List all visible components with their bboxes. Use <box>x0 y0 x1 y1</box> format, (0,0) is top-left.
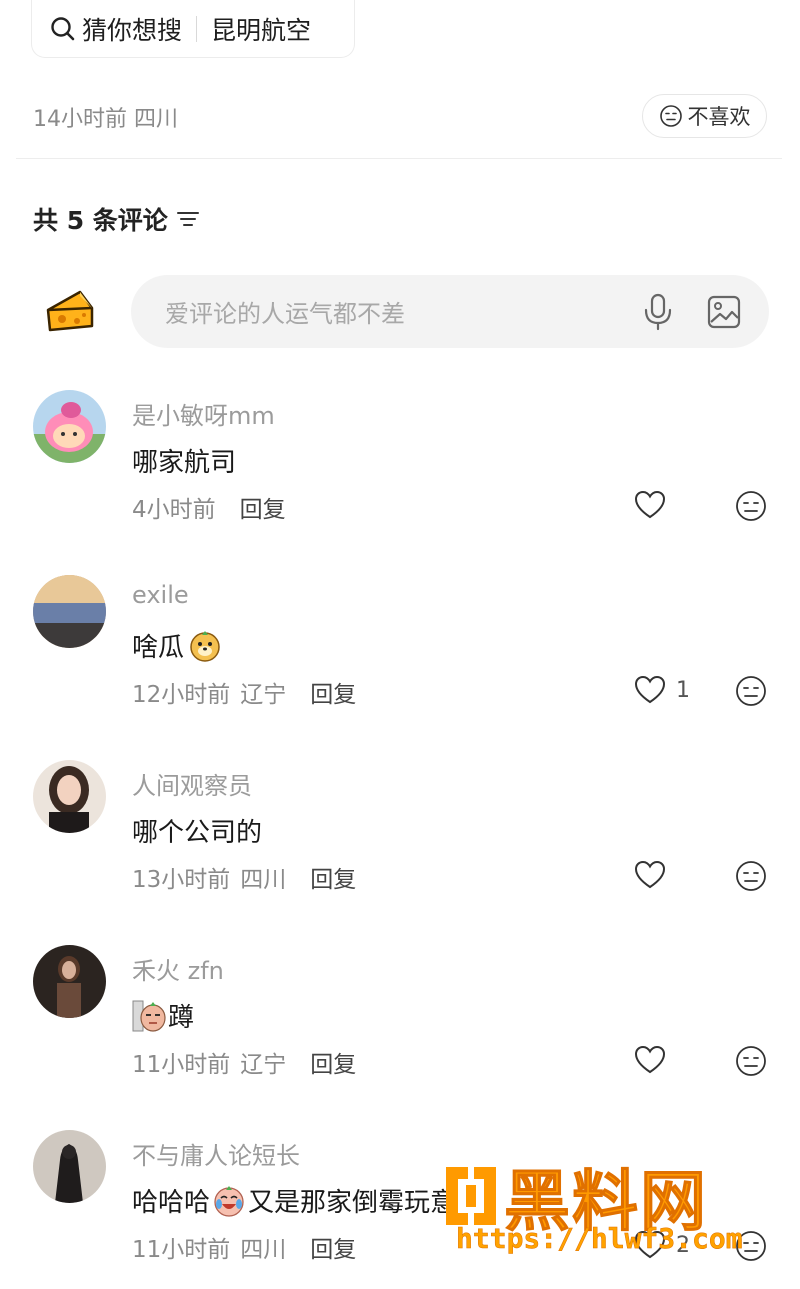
crying-laugh-emoji-icon <box>214 1185 244 1217</box>
comment-text: 蹲 <box>132 997 194 1034</box>
like-button[interactable] <box>634 1045 666 1075</box>
comment-location: 辽宁 <box>240 682 287 708</box>
image-icon[interactable] <box>706 294 742 330</box>
comments-count-title: 共 5 条评论 <box>33 206 168 235</box>
heart-icon <box>634 860 666 889</box>
reply-button[interactable]: 回复 <box>310 1045 356 1079</box>
comment-time: 4小时前 <box>132 497 216 523</box>
reply-button[interactable]: 回复 <box>240 490 286 524</box>
avatar[interactable] <box>33 1130 106 1203</box>
peek-emoji-icon <box>132 1000 166 1032</box>
my-avatar-cheese-icon <box>46 290 94 332</box>
post-time-location: 14小时前 四川 <box>33 107 178 132</box>
search-suggestion-chip[interactable]: 猜你想搜 昆明航空 <box>31 0 355 58</box>
search-icon <box>51 16 75 40</box>
comment-username[interactable]: 不与庸人论短长 <box>132 1136 300 1171</box>
comment-location: 四川 <box>240 1237 287 1263</box>
comment-meta: 11小时前 辽宁 回复 <box>132 1045 356 1079</box>
avatar[interactable] <box>33 945 106 1018</box>
reply-button[interactable]: 回复 <box>310 675 356 709</box>
heart-icon <box>634 490 666 519</box>
avatar[interactable] <box>33 390 106 463</box>
dislike-button[interactable]: 不喜欢 <box>642 94 767 138</box>
comment-username[interactable]: exile <box>132 581 189 609</box>
comment-text: 啥瓜 <box>132 627 222 664</box>
neutral-face-icon[interactable] <box>735 1045 767 1077</box>
watermark-url: https://hlwf3.com <box>456 1222 743 1256</box>
comment-time: 11小时前 <box>132 1237 231 1263</box>
comment-meta: 12小时前 辽宁 回复 <box>132 675 356 709</box>
comment-meta: 13小时前 四川 回复 <box>132 860 356 894</box>
comment-username[interactable]: 是小敏呀mm <box>132 396 275 431</box>
comment-location: 四川 <box>240 867 287 893</box>
search-suggestion-text[interactable]: 昆明航空 <box>211 11 311 47</box>
comment-meta: 11小时前 四川 回复 <box>132 1230 356 1264</box>
neutral-face-icon[interactable] <box>735 860 767 892</box>
reply-button[interactable]: 回复 <box>310 1230 356 1264</box>
neutral-face-icon[interactable] <box>735 490 767 522</box>
comment-item: 禾火 zfn 蹲 11小时前 辽宁 回复 <box>0 945 800 1130</box>
comment-time: 11小时前 <box>132 1052 231 1078</box>
comments-header[interactable]: 共 5 条评论 <box>33 201 200 237</box>
neutral-face-icon <box>659 105 682 127</box>
comment-time: 13小时前 <box>132 867 231 893</box>
avatar[interactable] <box>33 575 106 648</box>
comment-username[interactable]: 人间观察员 <box>132 766 252 801</box>
reply-button[interactable]: 回复 <box>310 860 356 894</box>
comment-text: 哈哈哈 又是那家倒霉玩意 <box>132 1182 456 1219</box>
comment-meta: 4小时前 回复 <box>132 490 286 524</box>
like-button[interactable]: 1 <box>634 675 690 705</box>
heart-icon <box>634 675 666 704</box>
heart-icon <box>634 1045 666 1074</box>
watermark-logo-icon <box>446 1167 496 1225</box>
comment-text: 哪个公司的 <box>132 818 263 848</box>
like-button[interactable] <box>634 490 666 520</box>
comment-time: 12小时前 <box>132 682 231 708</box>
search-label: 猜你想搜 <box>82 15 183 45</box>
microphone-icon[interactable] <box>640 293 676 331</box>
neutral-face-icon[interactable] <box>735 675 767 707</box>
comment-text: 哪家航司 <box>132 448 237 478</box>
dog-emoji-icon <box>190 630 220 662</box>
divider <box>16 158 782 159</box>
comment-location: 辽宁 <box>240 1052 287 1078</box>
comment-item: exile 啥瓜 12小时前 辽宁 回复 1 <box>0 575 800 760</box>
comment-username[interactable]: 禾火 zfn <box>132 951 224 986</box>
comment-input-placeholder: 爱评论的人运气都不差 <box>165 300 405 328</box>
like-count: 1 <box>676 677 690 703</box>
avatar[interactable] <box>33 760 106 833</box>
like-button[interactable] <box>634 860 666 890</box>
search-separator <box>196 15 198 42</box>
sort-icon[interactable] <box>176 209 200 229</box>
dislike-label: 不喜欢 <box>687 105 751 129</box>
comment-item: 人间观察员 哪个公司的 13小时前 四川 回复 <box>0 760 800 945</box>
comment-item: 是小敏呀mm 哪家航司 4小时前 回复 <box>0 390 800 575</box>
